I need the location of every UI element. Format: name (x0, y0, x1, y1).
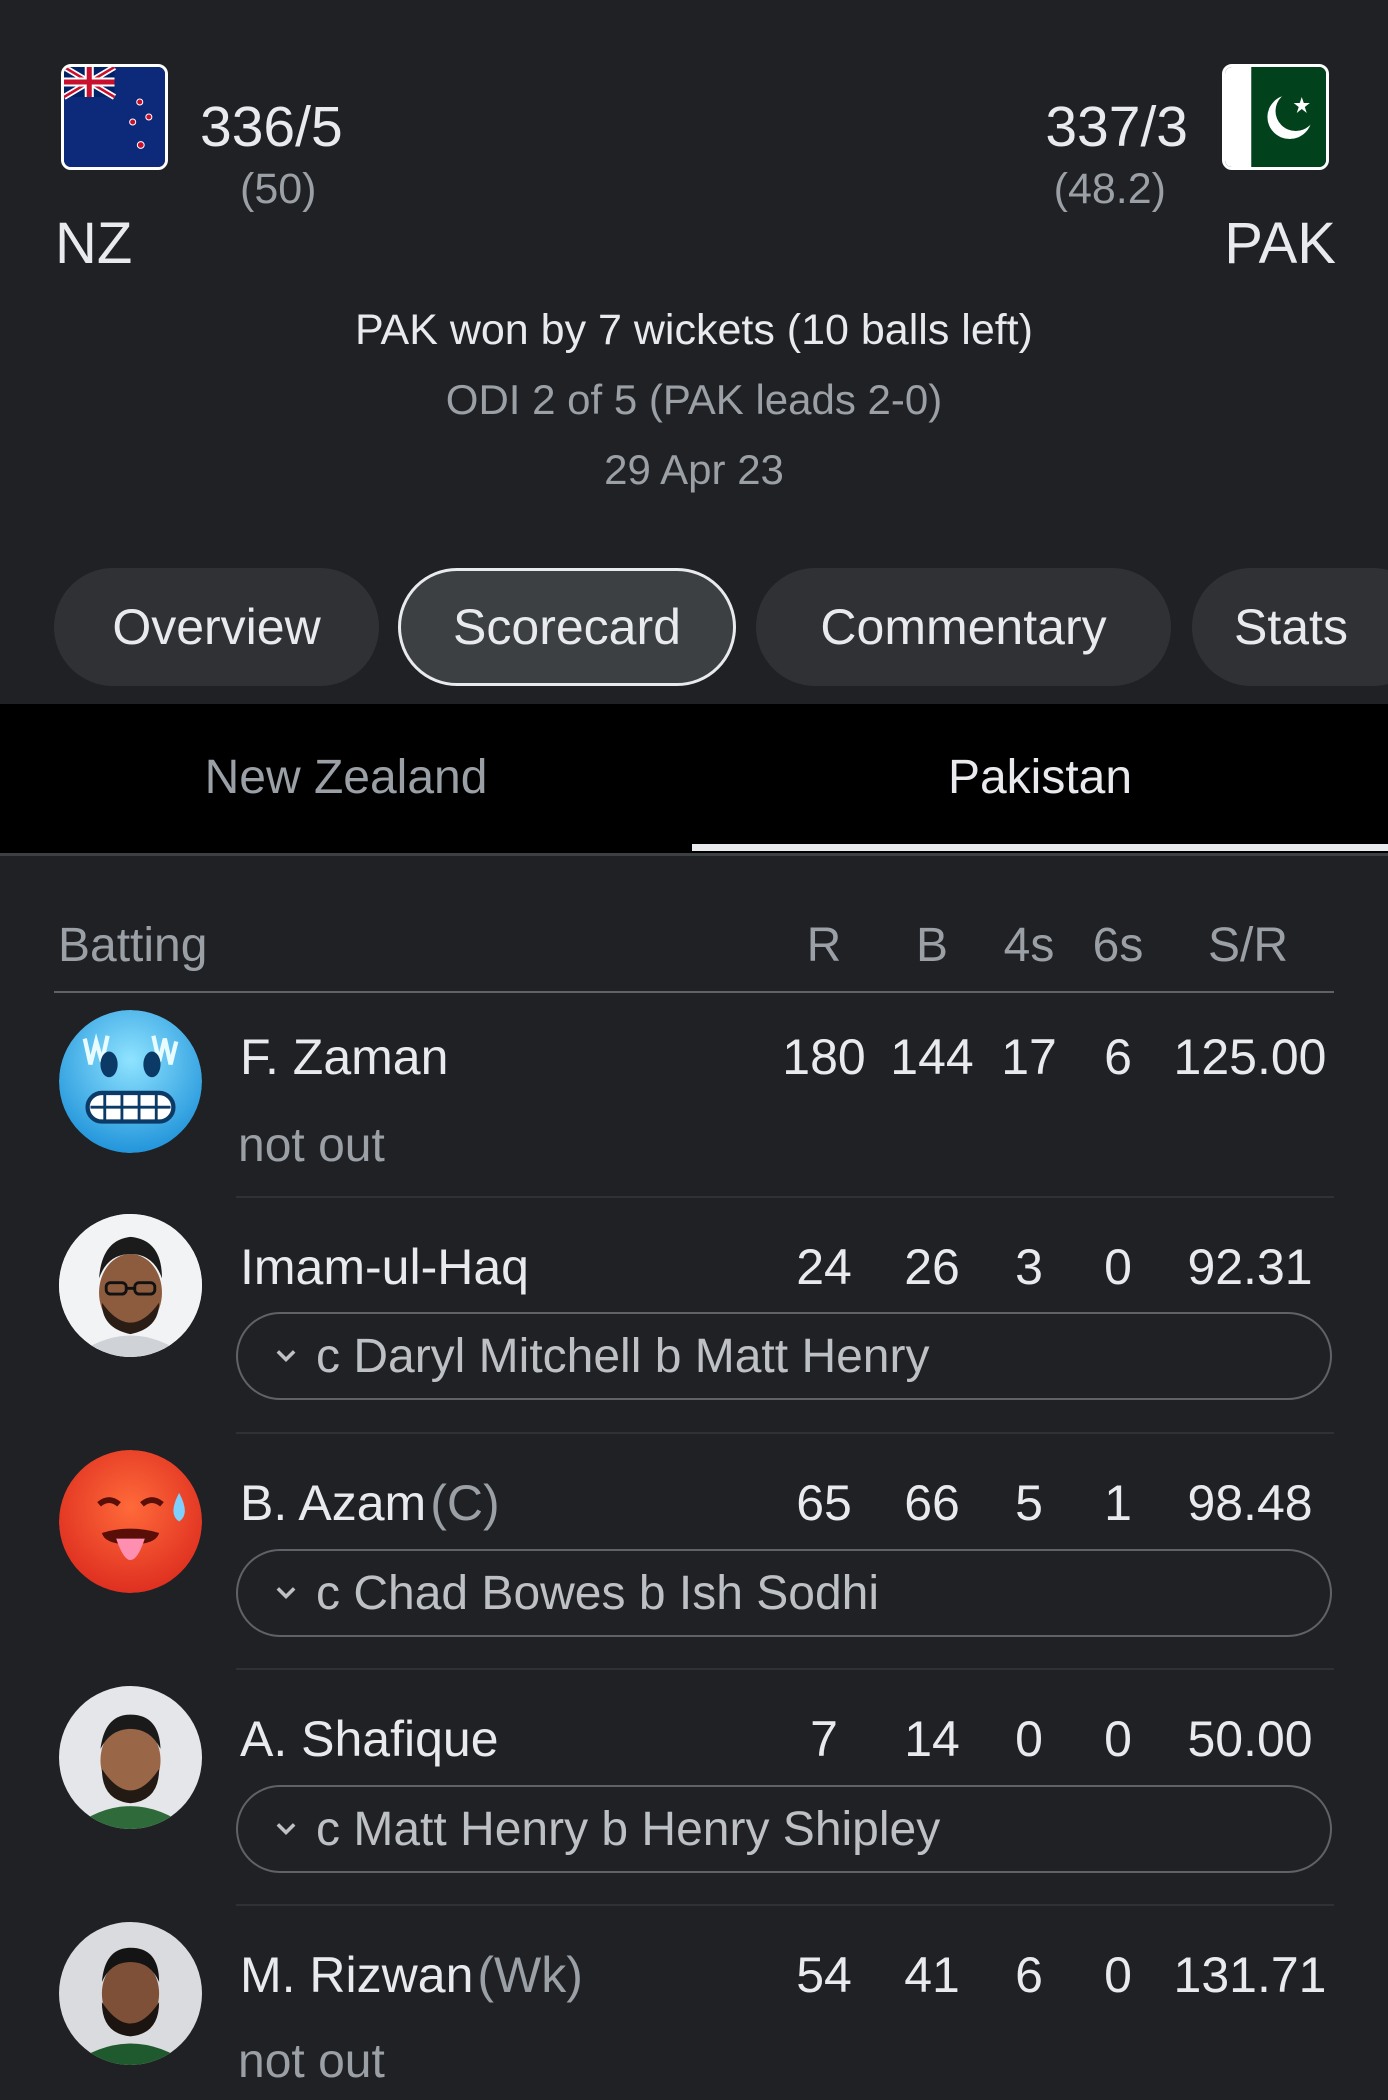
player-strike-rate: 125.00 (1173, 1029, 1327, 1085)
team-tabs: New Zealand Pakistan (0, 704, 1388, 856)
new-zealand-flag-icon (61, 64, 168, 170)
pakistan-flag-icon (1222, 64, 1329, 170)
player-photo-avatar-icon (59, 1922, 202, 2065)
row-divider (236, 1432, 1334, 1434)
team-tab-new-zealand[interactable]: New Zealand (0, 704, 692, 850)
player-runs: 54 (796, 1947, 852, 2003)
active-tab-indicator (692, 844, 1388, 851)
scorecard-screen: 336/5 (50) NZ 337/3 (48.2) PAK PAK won b… (0, 0, 1388, 2100)
dismissal-dropdown[interactable]: c Daryl Mitchell b Matt Henry (236, 1312, 1332, 1400)
dismissal-text: c Daryl Mitchell b Matt Henry (316, 1329, 930, 1383)
row-divider (236, 1904, 1334, 1906)
team-tab-pakistan[interactable]: Pakistan (692, 704, 1388, 850)
match-result: PAK won by 7 wickets (10 balls left) (355, 306, 1033, 354)
col-header-runs: R (806, 919, 842, 972)
row-divider (236, 1668, 1334, 1670)
chevron-down-icon (276, 1823, 296, 1835)
tab-commentary[interactable]: Commentary (756, 568, 1171, 686)
player-role: (C) (430, 1475, 500, 1531)
player-status: not out (238, 1119, 385, 1172)
pak-team-abbr: PAK (1224, 211, 1336, 276)
player-runs: 24 (796, 1239, 852, 1295)
player-strike-rate: 131.71 (1173, 1947, 1327, 2003)
match-date: 29 Apr 23 (604, 446, 784, 493)
series-status: ODI 2 of 5 (PAK leads 2-0) (445, 376, 943, 423)
row-divider (236, 1196, 1334, 1198)
pak-overs: (48.2) (1053, 165, 1166, 213)
player-runs: 180 (782, 1029, 866, 1085)
chevron-down-icon (276, 1350, 296, 1362)
player-name[interactable]: M. Rizwan(Wk) (240, 1946, 583, 2004)
player-role: (Wk) (477, 1947, 583, 2003)
dismissal-text: c Matt Henry b Henry Shipley (316, 1802, 941, 1856)
hot-face-emoji-icon (59, 1450, 202, 1593)
dismissal-text: c Chad Bowes b Ish Sodhi (316, 1566, 879, 1620)
player-name[interactable]: Imam-ul-Haq (240, 1238, 533, 1296)
player-runs: 7 (810, 1711, 838, 1767)
player-name[interactable]: F. Zaman (240, 1028, 452, 1086)
pak-score: 337/3 (1045, 95, 1188, 159)
dismissal-dropdown[interactable]: c Chad Bowes b Ish Sodhi (236, 1549, 1332, 1637)
player-strike-rate: 98.48 (1187, 1475, 1313, 1531)
tab-scorecard[interactable]: Scorecard (398, 568, 736, 686)
col-header-strike-rate: S/R (1207, 919, 1288, 972)
nz-team-abbr: NZ (55, 211, 133, 276)
tab-overview[interactable]: Overview (54, 568, 379, 686)
tab-stats[interactable]: Stats (1192, 568, 1388, 686)
player-photo-avatar-icon (59, 1214, 202, 1357)
player-name[interactable]: A. Shafique (240, 1710, 503, 1768)
col-header-sixes: 6s (1092, 919, 1144, 972)
player-strike-rate: 50.00 (1187, 1711, 1313, 1767)
player-name[interactable]: B. Azam(C) (240, 1474, 500, 1532)
player-photo-avatar-icon (59, 1686, 202, 1829)
nz-overs: (50) (240, 165, 317, 213)
player-strike-rate: 92.31 (1187, 1239, 1313, 1295)
chevron-down-icon (276, 1587, 296, 1599)
freezing-face-emoji-icon (59, 1010, 202, 1153)
player-status: not out (238, 2035, 385, 2088)
header-divider (54, 991, 1334, 993)
dismissal-dropdown[interactable]: c Matt Henry b Henry Shipley (236, 1785, 1332, 1873)
nz-score: 336/5 (200, 95, 343, 159)
player-runs: 65 (796, 1475, 852, 1531)
batting-title: Batting (58, 919, 208, 972)
